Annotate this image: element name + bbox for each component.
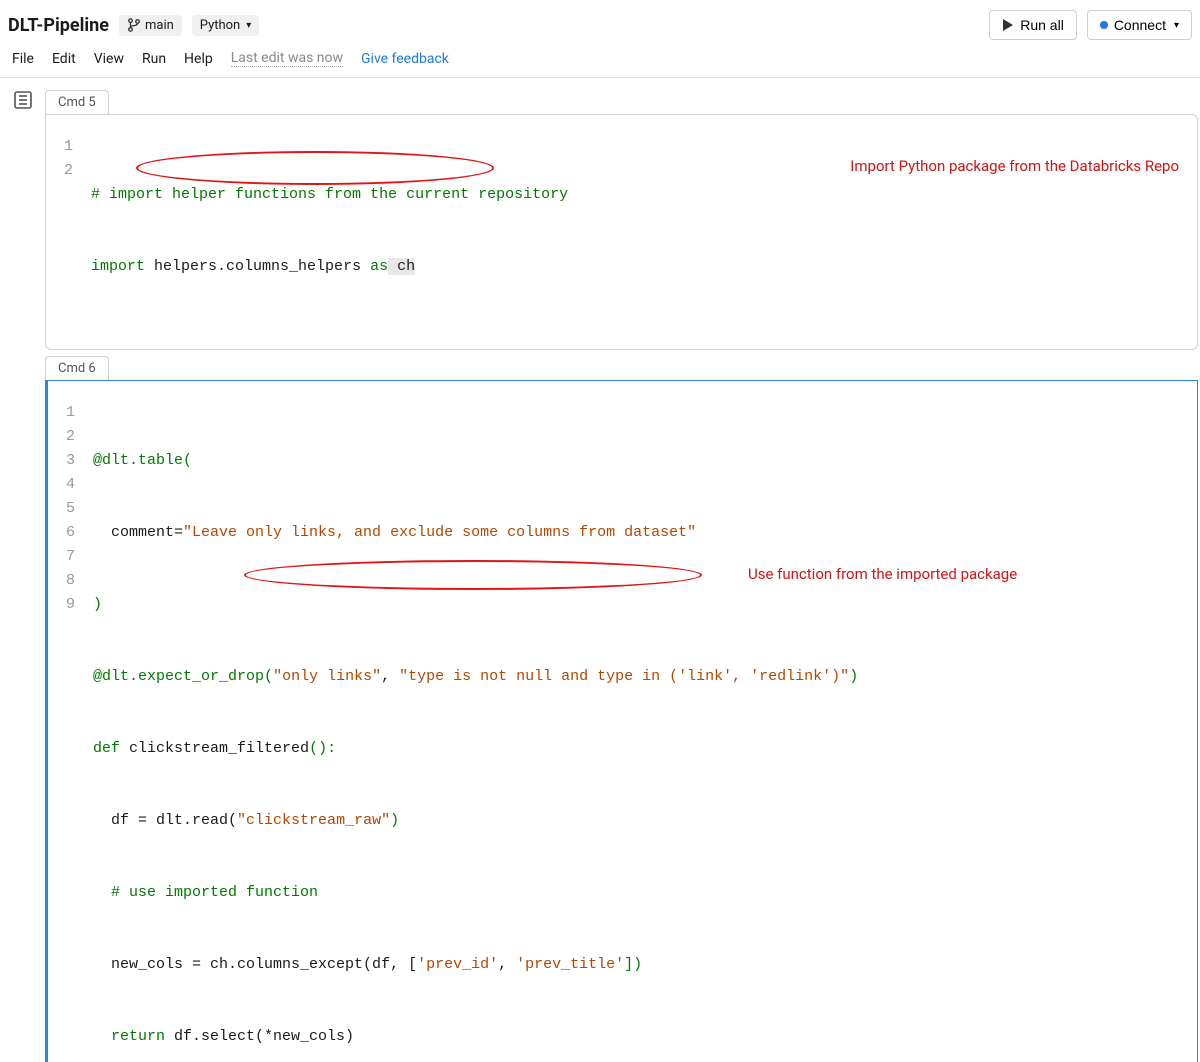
line-gutter: 1 2 3 4 5 6 7 8 9 xyxy=(66,401,93,1062)
menu-bar: File Edit View Run Help Last edit was no… xyxy=(8,44,1192,77)
last-edit-status[interactable]: Last edit was now xyxy=(231,50,343,67)
status-dot-icon xyxy=(1100,21,1108,29)
git-branch-selector[interactable]: main xyxy=(119,15,182,36)
language-label: Python xyxy=(200,18,240,33)
give-feedback-link[interactable]: Give feedback xyxy=(361,51,449,67)
cell-cmd6[interactable]: 1 2 3 4 5 6 7 8 9 @dlt.table( comment="L… xyxy=(45,380,1198,1062)
connect-label: Connect xyxy=(1114,17,1166,33)
branch-name: main xyxy=(145,18,174,33)
chevron-down-icon: ▾ xyxy=(1174,20,1179,31)
cell-label-cmd5[interactable]: Cmd 5 xyxy=(45,90,109,114)
header-top-row: DLT-Pipeline main Python ▾ Run all Conne… xyxy=(8,6,1192,44)
notebook-title[interactable]: DLT-Pipeline xyxy=(8,15,109,36)
menu-edit[interactable]: Edit xyxy=(52,51,76,67)
toc-icon[interactable] xyxy=(13,90,33,110)
menu-run[interactable]: Run xyxy=(142,51,166,67)
run-all-label: Run all xyxy=(1020,17,1064,33)
notebook-main: Cmd 5 1 2 # import helper functions from… xyxy=(45,78,1200,1062)
annotation-text-use: Use function from the imported package xyxy=(748,565,1017,583)
menu-file[interactable]: File xyxy=(12,51,34,67)
code-lines[interactable]: @dlt.table( comment="Leave only links, a… xyxy=(93,401,858,1062)
language-selector[interactable]: Python ▾ xyxy=(192,15,260,36)
menu-view[interactable]: View xyxy=(94,51,124,67)
run-all-button[interactable]: Run all xyxy=(989,10,1077,40)
chevron-down-icon: ▾ xyxy=(246,20,251,31)
play-icon xyxy=(1002,19,1014,31)
connect-button[interactable]: Connect ▾ xyxy=(1087,10,1192,40)
cell-cmd5[interactable]: 1 2 # import helper functions from the c… xyxy=(45,114,1198,350)
code-lines[interactable]: # import helper functions from the curre… xyxy=(91,135,568,327)
git-branch-icon xyxy=(127,18,141,32)
cell-label-cmd6[interactable]: Cmd 6 xyxy=(45,356,109,380)
header: DLT-Pipeline main Python ▾ Run all Conne… xyxy=(0,0,1200,78)
code-editor-cmd6[interactable]: 1 2 3 4 5 6 7 8 9 @dlt.table( comment="L… xyxy=(66,401,1179,1062)
line-gutter: 1 2 xyxy=(64,135,91,327)
menu-help[interactable]: Help xyxy=(184,51,213,67)
left-sidebar xyxy=(0,78,45,1062)
annotation-text-import: Import Python package from the Databrick… xyxy=(850,157,1179,175)
